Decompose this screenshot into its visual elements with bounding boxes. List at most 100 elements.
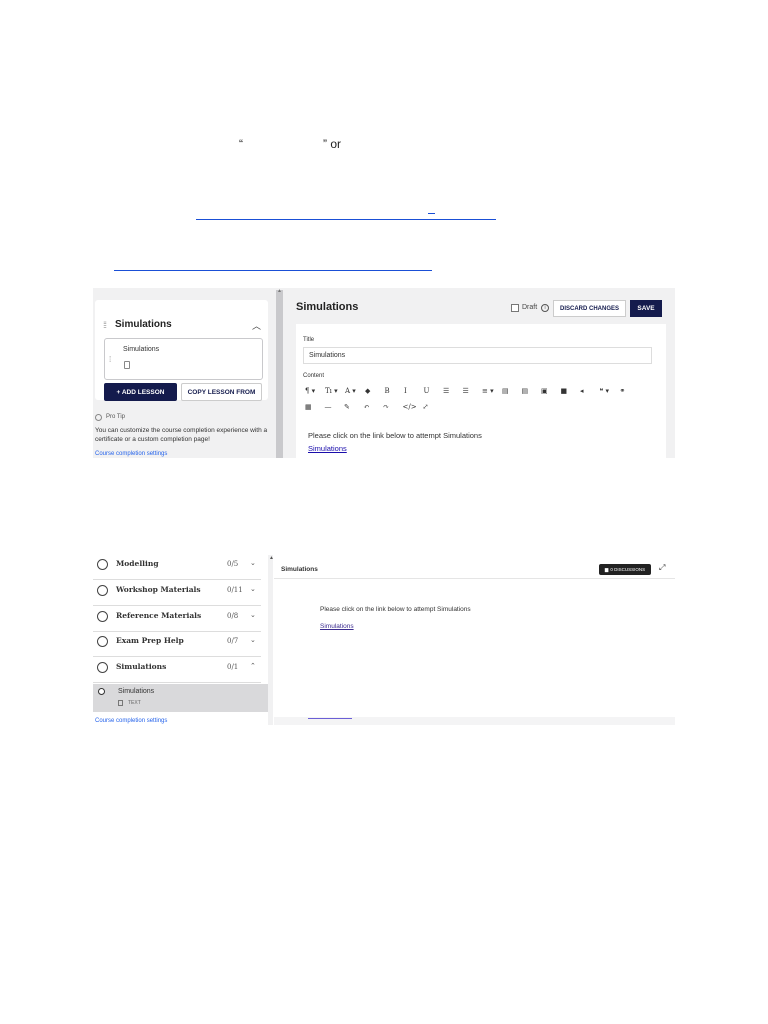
- chevron-up-icon[interactable]: ︿: [252, 319, 261, 332]
- toolbar-button[interactable]: ❝ ▾: [600, 387, 610, 395]
- toolbar-button[interactable]: ▦: [305, 403, 312, 411]
- toolbar-button[interactable]: ▣: [541, 387, 548, 395]
- lightbulb-icon: [95, 414, 102, 421]
- chapter-progress-count: 0/1: [227, 663, 239, 672]
- chapter-card: ⁞⁞ Simulations ︿ ⁞ Simulations + ADD LES…: [95, 300, 268, 401]
- toolbar-button[interactable]: ¶ ▾: [305, 387, 315, 395]
- course-completion-settings-link[interactable]: Course completion settings: [95, 451, 167, 457]
- toolbar-button[interactable]: —: [325, 403, 332, 411]
- toolbar-button[interactable]: A ▾: [345, 387, 356, 395]
- pro-tip-text: You can customize the course completion …: [95, 427, 268, 443]
- discard-changes-button[interactable]: DISCARD CHANGES: [553, 300, 626, 317]
- panel-divider[interactable]: [276, 290, 283, 458]
- discussions-button[interactable]: ▆ 0 DISCUSSIONS: [599, 564, 651, 575]
- chevron-icon[interactable]: ⌄: [250, 636, 256, 644]
- toolbar-button[interactable]: ↶: [364, 403, 370, 411]
- toolbar-button[interactable]: ☰: [463, 387, 469, 395]
- viewer-header: Simulations ▆ 0 DISCUSSIONS ⤢: [274, 555, 675, 579]
- drag-handle-icon[interactable]: ⁞⁞: [103, 320, 107, 330]
- chapter-status-icon: [97, 584, 108, 596]
- chapter-status-icon: [97, 662, 108, 674]
- add-lesson-button[interactable]: + ADD LESSON: [104, 383, 177, 401]
- hyperlink-underline-2[interactable]: [114, 270, 432, 271]
- chapter-title[interactable]: Simulations: [115, 319, 172, 330]
- editor-sidebar: ⁞⁞ Simulations ︿ ⁞ Simulations + ADD LES…: [93, 288, 276, 458]
- toolbar-button[interactable]: ☰: [443, 387, 449, 395]
- chapter-status-icon: [97, 559, 108, 570]
- editor-main: Simulations Draft i DISCARD CHANGES SAVE…: [287, 288, 675, 458]
- chapter-status-icon: [97, 636, 108, 648]
- chapter-row[interactable]: Reference Materials 0/8 ⌄: [93, 607, 261, 632]
- close-quote-or: ” or: [323, 137, 341, 151]
- link-fragment-mark: [428, 213, 435, 214]
- toolbar-button[interactable]: U: [424, 387, 430, 395]
- draft-label: Draft: [522, 304, 538, 311]
- chevron-icon[interactable]: ⌄: [250, 559, 256, 567]
- document-icon: [118, 700, 123, 706]
- chapter-progress-count: 0/11: [227, 585, 243, 594]
- lesson-body-link[interactable]: Simulations: [320, 623, 354, 630]
- lesson-item[interactable]: ⁞ Simulations: [104, 338, 263, 380]
- toolbar-button[interactable]: ▤: [522, 387, 529, 395]
- save-button[interactable]: SAVE: [630, 300, 662, 317]
- preview-screenshot: Modelling 0/5 ⌄ Workshop Materials 0/11 ⌄ Refe…: [93, 555, 675, 725]
- chapter-row[interactable]: Modelling 0/5 ⌄: [93, 555, 261, 580]
- toolbar-button[interactable]: ▤: [502, 387, 509, 395]
- editor-content-link[interactable]: Simulations: [308, 444, 347, 453]
- lesson-heading: Simulations: [296, 301, 359, 313]
- document-icon: [124, 361, 130, 369]
- chevron-icon[interactable]: ⌄: [250, 611, 256, 619]
- course-completion-settings-link[interactable]: Course completion settings: [95, 718, 167, 724]
- toolbar-button[interactable]: I: [404, 387, 407, 395]
- info-icon[interactable]: i: [541, 304, 549, 312]
- lesson-form: Title Simulations Content ¶ ▾ Tı ▾ A ▾ ◆ B I U…: [296, 324, 666, 458]
- draft-checkbox[interactable]: [511, 304, 519, 312]
- chapter-status-icon: [97, 610, 108, 622]
- chapter-name: Reference Materials: [116, 610, 202, 620]
- selected-lesson-name: Simulations: [118, 688, 155, 695]
- toolbar-button[interactable]: Tı ▾: [325, 387, 338, 395]
- title-field-label: Title: [303, 337, 315, 343]
- toolbar-button[interactable]: ◂: [580, 387, 584, 395]
- lesson-status-icon: [98, 688, 105, 695]
- chapter-progress-count: 0/5: [227, 560, 239, 568]
- toolbar-button[interactable]: ⚭: [620, 387, 626, 395]
- copy-lesson-button[interactable]: COPY LESSON FROM: [181, 383, 262, 401]
- editor-content-text[interactable]: Please click on the link below to attemp…: [308, 431, 482, 440]
- chapter-row[interactable]: Workshop Materials 0/11 ⌄: [93, 581, 261, 606]
- pro-tip-label: Pro Tip: [106, 414, 126, 420]
- chapter-progress-count: 0/8: [227, 611, 239, 620]
- chapter-row[interactable]: Exam Prep Help 0/7 ⌄: [93, 632, 261, 658]
- comment-icon: ▆: [604, 566, 609, 572]
- toolbar-button[interactable]: ↷: [383, 403, 389, 411]
- hyperlink-underline-1[interactable]: [196, 219, 496, 220]
- chevron-icon[interactable]: ⌄: [250, 585, 256, 593]
- chapter-name: Workshop Materials: [116, 584, 201, 594]
- toolbar-button[interactable]: ◆: [365, 387, 370, 395]
- toolbar-button[interactable]: ≡ ▾: [482, 387, 494, 395]
- chevron-icon[interactable]: ⌃: [250, 662, 256, 670]
- lesson-drag-icon[interactable]: ⁞: [109, 355, 111, 364]
- lesson-name: Simulations: [123, 346, 160, 353]
- chapter-progress-count: 0/7: [227, 637, 239, 646]
- toolbar-button[interactable]: ✎: [344, 403, 350, 411]
- title-input[interactable]: Simulations: [303, 347, 652, 364]
- editor-screenshot: ⁞⁞ Simulations ︿ ⁞ Simulations + ADD LES…: [93, 288, 675, 458]
- toolbar-button[interactable]: ⤢: [423, 403, 429, 411]
- toolbar-button[interactable]: </>: [403, 403, 417, 411]
- course-outline: Modelling 0/5 ⌄ Workshop Materials 0/11 ⌄ Refe…: [93, 555, 268, 725]
- chapter-row[interactable]: Simulations 0/1 ⌃: [93, 658, 261, 684]
- chapter-name: Exam Prep Help: [116, 636, 184, 646]
- toolbar-button[interactable]: B: [385, 387, 390, 395]
- toolbar-button[interactable]: ■: [561, 387, 568, 395]
- rich-text-toolbar: ¶ ▾ Tı ▾ A ▾ ◆ B I U ☰ ☰ ≡ ▾ ▤ ▤ ▣ ■ ◂ ❝ ▾ ⚭ ▦ — ✎ ↶ ↷ </> ⤢: [303, 383, 652, 419]
- outline-scrollbar[interactable]: [268, 555, 273, 725]
- open-quote-mark: “: [239, 137, 243, 151]
- expand-icon[interactable]: ⤢: [659, 563, 665, 573]
- lesson-viewer: Simulations ▆ 0 DISCUSSIONS ⤢ Please cli…: [274, 555, 675, 725]
- content-field-label: Content: [303, 373, 325, 379]
- resize-arrow-icon[interactable]: ▲: [277, 288, 282, 294]
- discussions-label: 0 DISCUSSIONS: [610, 567, 646, 572]
- lesson-body-text: Please click on the link below to attemp…: [320, 606, 471, 613]
- selected-lesson[interactable]: Simulations TEXT: [93, 684, 268, 712]
